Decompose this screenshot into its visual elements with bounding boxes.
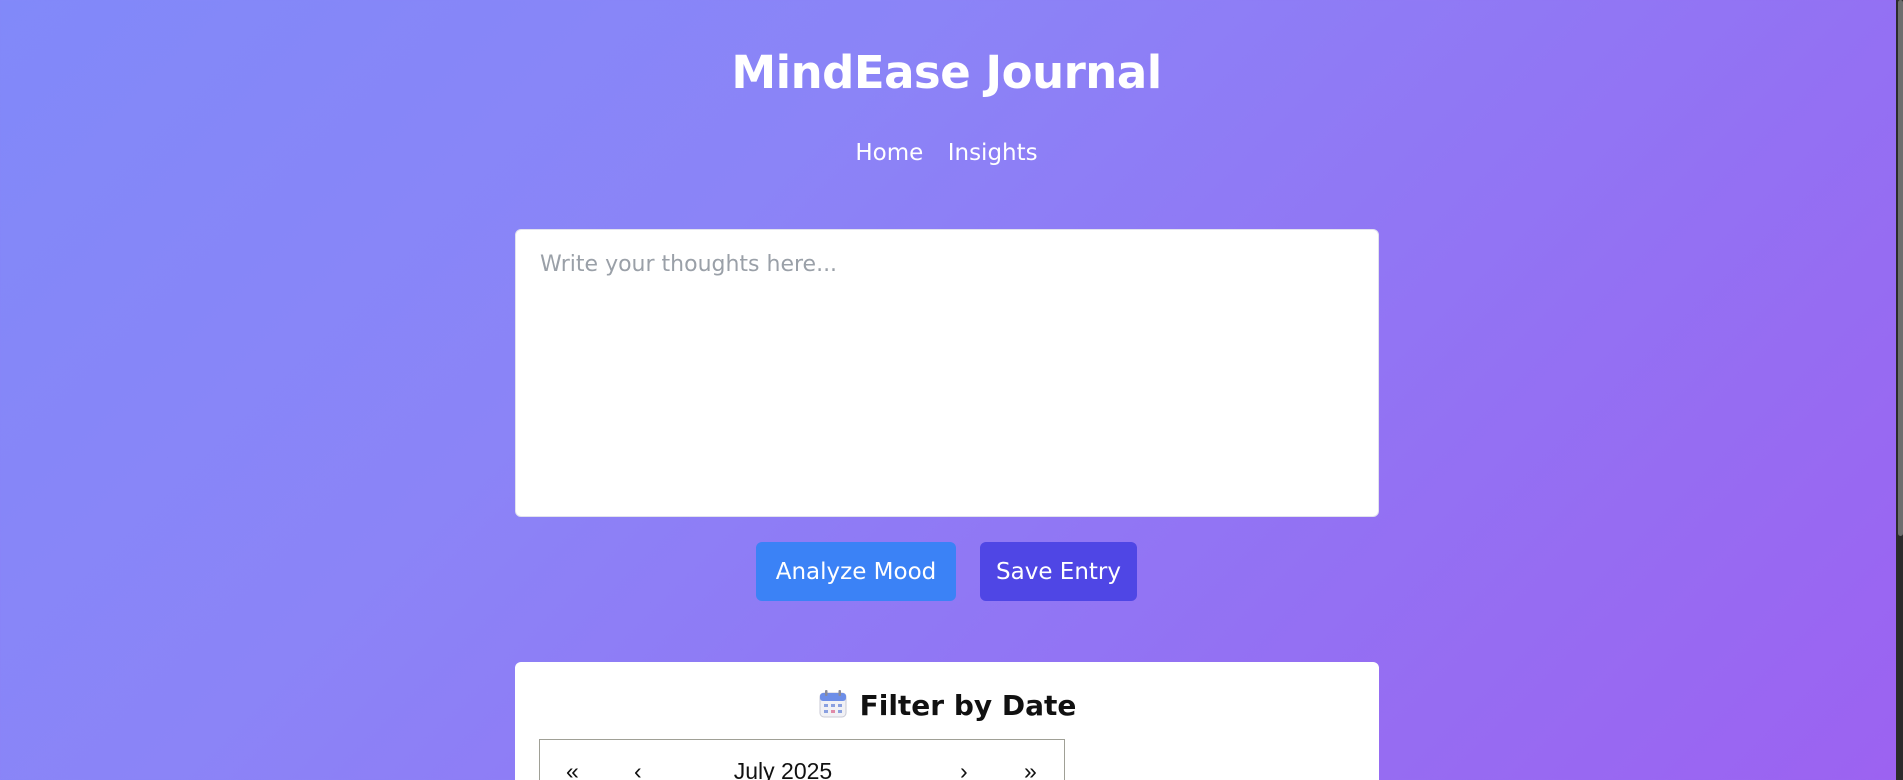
- analyze-mood-button[interactable]: Analyze Mood: [756, 542, 956, 601]
- main-nav: Home Insights: [0, 137, 1893, 172]
- calendar-month-label[interactable]: July 2025: [670, 758, 896, 780]
- calendar-prev-month-button[interactable]: ‹: [634, 758, 642, 780]
- nav-link-insights[interactable]: Insights: [948, 140, 1038, 166]
- filter-heading: Filter by Date: [515, 688, 1379, 724]
- page-scrollbar[interactable]: [1896, 0, 1903, 780]
- calendar-next-year-button[interactable]: »: [1024, 758, 1037, 780]
- journal-entry-textarea[interactable]: [515, 229, 1379, 517]
- app-title: MindEase Journal: [731, 46, 1162, 99]
- calendar-prev-year-button[interactable]: «: [566, 758, 579, 780]
- filter-by-date-card: Filter by Date « ‹ July 2025 › »: [515, 662, 1379, 780]
- date-calendar: « ‹ July 2025 › »: [539, 739, 1065, 780]
- calendar-icon: [818, 689, 848, 719]
- filter-heading-label: Filter by Date: [859, 689, 1077, 722]
- page-scrollbar-thumb[interactable]: [1898, 0, 1903, 536]
- calendar-next-month-button[interactable]: ›: [960, 758, 968, 780]
- save-entry-button[interactable]: Save Entry: [980, 542, 1137, 601]
- page: MindEase Journal Home Insights Analyze M…: [0, 0, 1896, 780]
- nav-link-home[interactable]: Home: [855, 140, 923, 166]
